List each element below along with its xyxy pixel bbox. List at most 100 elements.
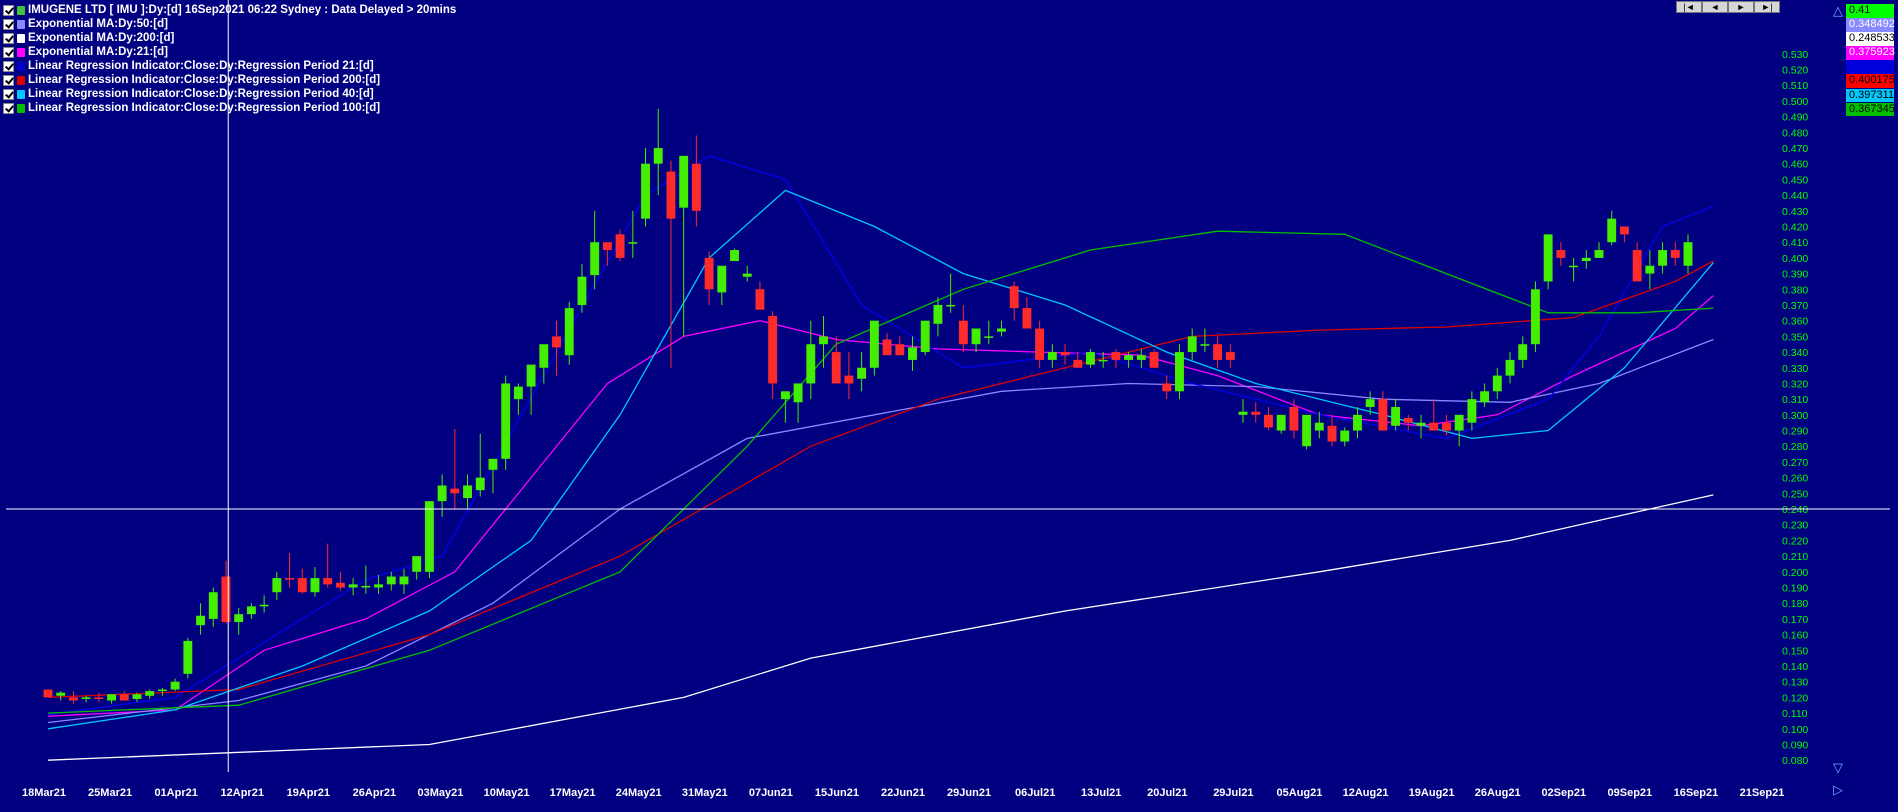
legend-item-lri100[interactable]: Linear Regression Indicator:Close:Dy:Reg… [3, 101, 456, 115]
y-tick-label: 0.280 [1782, 441, 1808, 453]
y-tick-label: 0.210 [1782, 551, 1808, 563]
x-tick-label: 25Mar21 [88, 787, 132, 799]
previous-icon[interactable]: ◄ [1702, 1, 1728, 13]
legend-item-ema200[interactable]: Exponential MA:Dy:200:[d] [3, 31, 456, 45]
candle-body [1175, 352, 1184, 392]
legend-item-ema21[interactable]: Exponential MA:Dy:21:[d] [3, 45, 456, 59]
first-icon[interactable]: |◄ [1676, 1, 1702, 13]
y-tick-label: 0.330 [1782, 363, 1808, 375]
candle-body [653, 148, 663, 164]
candle-body [1149, 352, 1159, 368]
candle-body [1225, 352, 1235, 360]
candle-body [1200, 344, 1210, 346]
checkbox-icon[interactable] [3, 46, 14, 58]
legend-swatch [17, 75, 25, 85]
candle-body [526, 364, 536, 387]
x-tick-label: 29Jul21 [1213, 787, 1253, 799]
candle-body [1365, 399, 1375, 407]
x-tick-label: 20Jul21 [1147, 787, 1187, 799]
candle-body [361, 585, 371, 588]
candle-body [56, 692, 66, 696]
y-tick-label: 0.510 [1782, 80, 1808, 92]
candle-body [107, 694, 117, 701]
candle-body [1264, 414, 1273, 428]
checkbox-icon[interactable] [3, 74, 14, 86]
candle-body [819, 336, 828, 345]
indicator-line [47, 338, 1714, 724]
legend-item-price[interactable]: IMUGENE LTD [ IMU ]:Dy:[d] 16Sep2021 06:… [3, 3, 456, 17]
candle-body [1391, 407, 1401, 426]
checkbox-icon[interactable] [3, 18, 14, 30]
candle-body [641, 163, 650, 219]
candle-body [1340, 430, 1350, 442]
y-tick-label: 0.470 [1782, 143, 1808, 155]
candle-body [208, 592, 218, 619]
candle-body [437, 485, 447, 502]
legend-swatch [17, 103, 25, 113]
x-tick-label: 10May21 [484, 787, 530, 799]
value-box-ema50: 0.348492 [1846, 18, 1895, 32]
x-tick-label: 22Jun21 [881, 787, 925, 799]
legend-label: Exponential MA:Dy:21:[d] [28, 46, 168, 58]
checkbox-icon[interactable] [3, 88, 14, 100]
legend-swatch [17, 5, 25, 15]
legend: IMUGENE LTD [ IMU ]:Dy:[d] 16Sep2021 06:… [3, 3, 456, 115]
next-icon[interactable]: ► [1728, 1, 1754, 13]
candle-body [297, 578, 307, 593]
y-tick-label: 0.400 [1782, 253, 1808, 265]
candle-body [1302, 414, 1312, 447]
candle-body [501, 383, 511, 459]
checkbox-icon[interactable] [3, 60, 14, 72]
scroll-down-icon[interactable]: ▽ [1833, 760, 1843, 776]
y-tick-label: 0.160 [1782, 630, 1808, 642]
candle-body [1187, 336, 1197, 353]
candle-body [780, 391, 790, 400]
checkbox-icon[interactable] [3, 4, 14, 16]
legend-swatch [17, 61, 25, 71]
candle-body [183, 640, 193, 674]
x-tick-label: 31May21 [682, 787, 728, 799]
checkbox-icon[interactable] [3, 32, 14, 44]
legend-item-ema50[interactable]: Exponential MA:Dy:50:[d] [3, 17, 456, 31]
candle-body [1124, 355, 1134, 360]
legend-item-lri40[interactable]: Linear Regression Indicator:Close:Dy:Reg… [3, 87, 456, 101]
candle-body [984, 336, 994, 338]
candle-body [666, 171, 676, 219]
y-tick-label: 0.390 [1782, 269, 1808, 281]
legend-swatch [17, 19, 25, 29]
x-tick-label: 07Jun21 [749, 787, 793, 799]
candle-body [399, 576, 409, 585]
checkbox-icon[interactable] [3, 102, 14, 114]
x-tick-label: 12Apr21 [221, 787, 264, 799]
y-tick-label: 0.440 [1782, 190, 1808, 202]
legend-label: Exponential MA:Dy:50:[d] [28, 18, 168, 30]
y-tick-label: 0.480 [1782, 127, 1808, 139]
x-tick-label: 24May21 [616, 787, 662, 799]
x-tick-label: 17May21 [550, 787, 596, 799]
indicator-line [47, 155, 1714, 716]
candle-body [1035, 328, 1045, 360]
candle-body [1454, 414, 1464, 431]
candle-body [1619, 226, 1629, 235]
legend-item-lri21[interactable]: Linear Regression Indicator:Close:Dy:Reg… [3, 59, 456, 73]
candle-body [882, 339, 892, 356]
candle-body [1403, 417, 1413, 423]
candle-body [908, 347, 917, 360]
chart-canvas[interactable]: 0.080 0.090 0.100 0.110 0.120 0.130 0.140 0.150… [0, 0, 1898, 812]
y-tick-label: 0.300 [1782, 410, 1808, 422]
candle-body [1543, 234, 1553, 282]
last-icon[interactable]: ►| [1754, 1, 1780, 13]
y-tick-label: 0.180 [1782, 598, 1808, 610]
candle-body [539, 344, 549, 368]
candle-body [450, 488, 460, 494]
scroll-right-icon[interactable]: ▷ [1833, 782, 1843, 798]
scroll-up-icon[interactable]: △ [1833, 3, 1843, 19]
candle-body [691, 163, 701, 211]
legend-item-lri200[interactable]: Linear Regression Indicator:Close:Dy:Reg… [3, 73, 456, 87]
y-tick-label: 0.530 [1782, 49, 1808, 61]
candle-body [831, 352, 841, 384]
legend-swatch [17, 33, 25, 43]
y-tick-label: 0.380 [1782, 284, 1808, 296]
candle-body [68, 697, 78, 701]
candle-body [1492, 375, 1502, 392]
